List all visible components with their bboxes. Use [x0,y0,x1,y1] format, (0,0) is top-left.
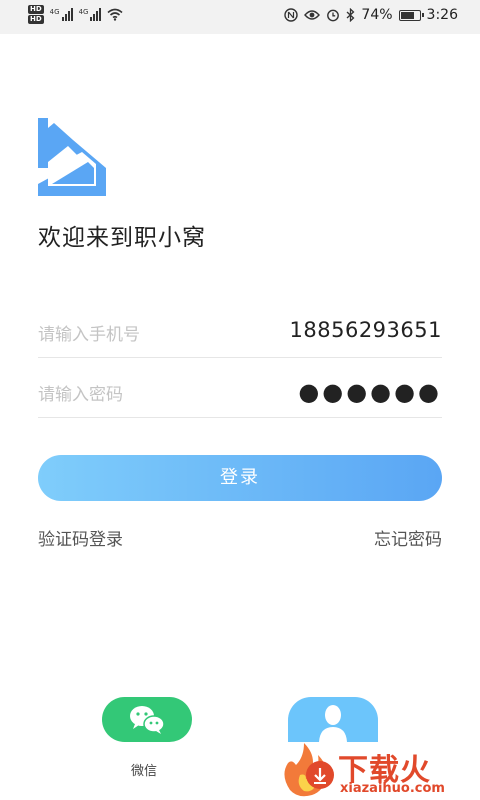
wechat-label: 微信 [131,764,158,779]
wechat-icon [130,706,165,734]
phone-field[interactable]: 请输入手机号 18856293651 [38,302,442,358]
phone-placeholder: 请输入手机号 [38,325,140,345]
bluetooth-icon [346,8,355,22]
network-type-1: 4G [49,8,60,16]
house-logo-icon [38,118,106,196]
clock-time: 3:26 [426,7,458,23]
status-left: HD HD 4G 4G [28,5,123,24]
hd-badge-1: HD [28,5,44,14]
password-field[interactable]: 请输入密码 ●●●●●● [38,362,442,418]
password-placeholder: 请输入密码 [38,385,123,405]
hd-badge-2: HD [28,15,44,24]
eye-icon [304,10,321,20]
login-button[interactable]: 登录 [38,455,442,501]
network-type-2: 4G [78,8,89,16]
signal-1: 4G [50,8,73,21]
watermark-url: xiazaihuo.com [340,781,445,796]
nfc-icon [284,8,299,22]
alarm-icon [327,9,340,22]
forgot-password-link[interactable]: 忘记密码 [374,525,442,550]
password-value[interactable]: ●●●●●● [298,378,442,406]
signal-bars-icon [90,8,102,21]
signal-2: 4G [79,8,102,21]
phone-value[interactable]: 18856293651 [290,318,442,342]
status-right: 74% 3:26 [284,7,458,23]
battery-fill [400,11,414,19]
sms-login-link[interactable]: 验证码登录 [38,525,123,550]
battery-percent: 74% [361,7,393,23]
hd-badges: HD HD [28,5,44,24]
battery-icon [398,9,424,21]
status-bar: HD HD 4G 4G 74% 3:26 [0,0,480,34]
wifi-icon [107,8,123,21]
signal-bars-icon [61,8,73,21]
wechat-login-button[interactable] [102,697,192,742]
welcome-title: 欢迎来到职小窝 [38,225,206,251]
